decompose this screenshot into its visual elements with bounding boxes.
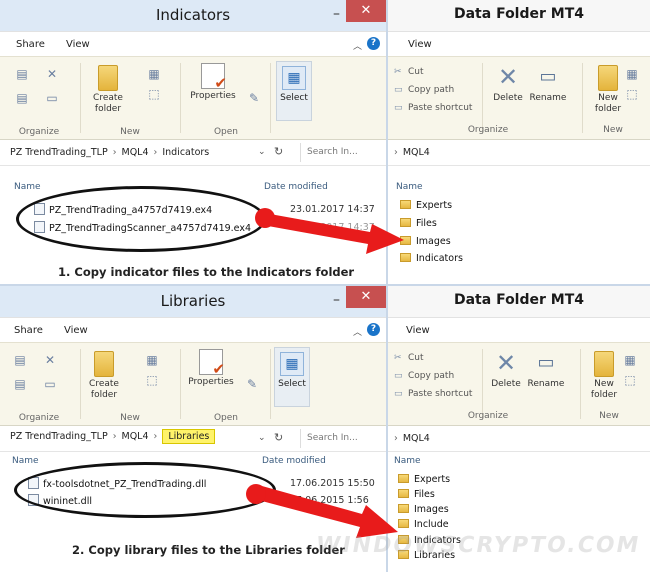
top-arrow <box>260 212 404 254</box>
top-arrow-dot <box>255 208 275 228</box>
watermark: WINDOWSCRYPTO.COM <box>313 533 643 558</box>
bottom-arrow <box>252 486 398 538</box>
arrows-overlay <box>246 208 404 538</box>
bottom-arrow-dot <box>246 484 266 504</box>
